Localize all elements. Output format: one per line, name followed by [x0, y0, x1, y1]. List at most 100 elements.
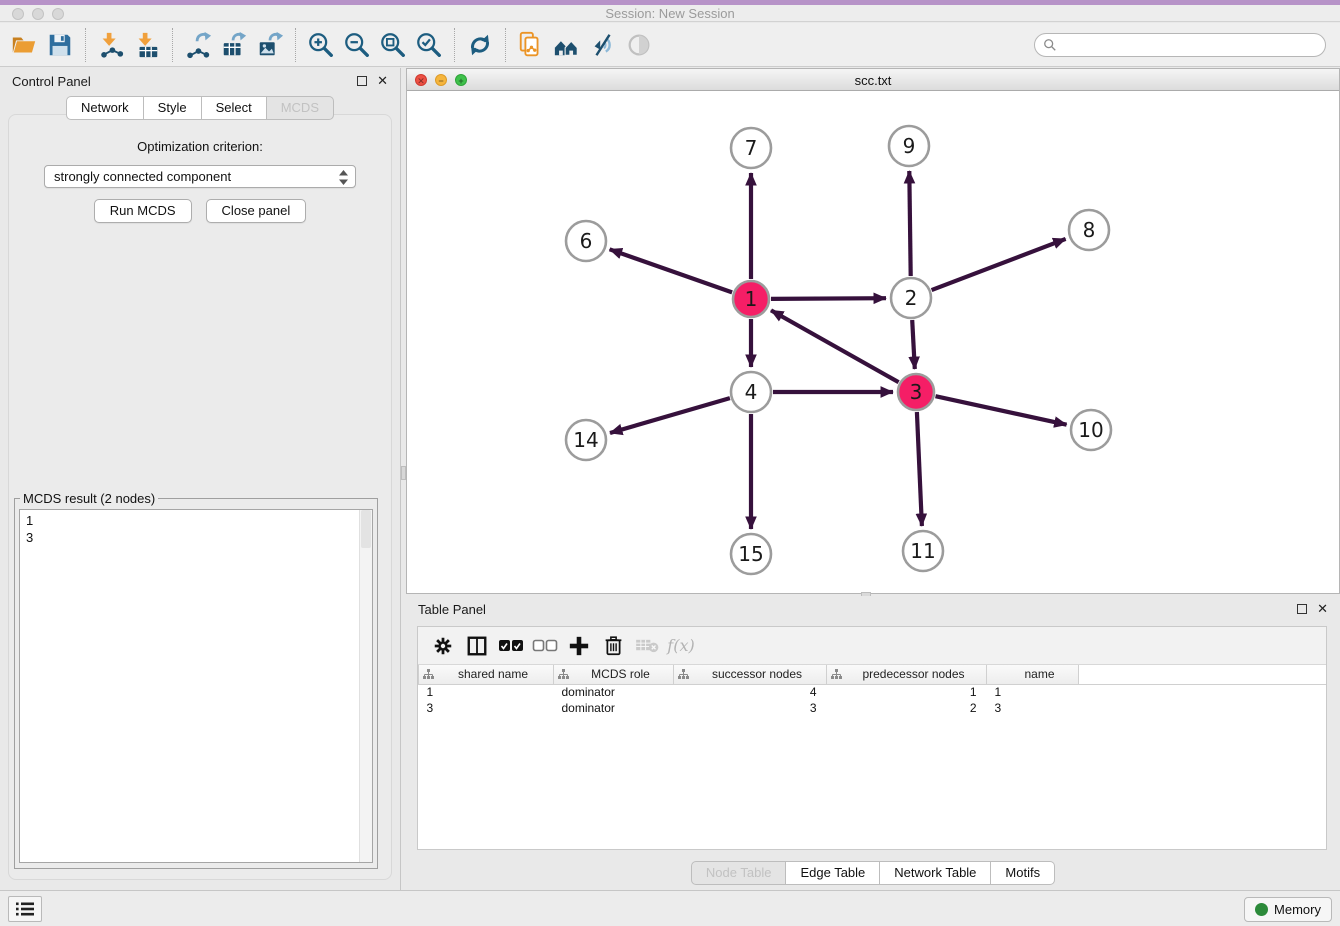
- graph-node-10[interactable]: 10: [1071, 410, 1111, 450]
- column-header-predecessor-nodes[interactable]: predecessor nodes: [827, 665, 987, 684]
- run-mcds-button[interactable]: Run MCDS: [94, 199, 192, 223]
- network-canvas[interactable]: 7 9 6 8 1 2 4 3 14 10 15 11: [407, 91, 1339, 593]
- save-session-button[interactable]: [42, 27, 78, 63]
- network-window-titlebar[interactable]: ✕ − + scc.txt: [407, 69, 1339, 91]
- graph-node-11[interactable]: 11: [903, 531, 943, 571]
- table-cell[interactable]: 3: [674, 700, 827, 716]
- network-list-button[interactable]: [8, 896, 42, 922]
- column-header-name[interactable]: name: [987, 665, 1079, 684]
- select-all-rows-button[interactable]: [496, 631, 526, 661]
- graph-edge-1-6[interactable]: [610, 249, 733, 292]
- control-panel-float-icon[interactable]: [357, 76, 367, 86]
- zoom-selected-button[interactable]: [411, 27, 447, 63]
- tab-motifs[interactable]: Motifs: [991, 861, 1055, 885]
- export-network-button[interactable]: [180, 27, 216, 63]
- hide-selected-button[interactable]: [585, 27, 621, 63]
- table-cell[interactable]: 1: [827, 684, 987, 700]
- graph-node-1[interactable]: 1: [733, 281, 769, 317]
- column-header-shared-name[interactable]: shared name: [419, 665, 554, 684]
- search-input[interactable]: [1057, 35, 1325, 55]
- memory-button[interactable]: Memory: [1244, 897, 1332, 922]
- result-scrollbar[interactable]: [359, 510, 372, 862]
- graph-node-2[interactable]: 2: [891, 278, 931, 318]
- close-panel-button[interactable]: Close panel: [206, 199, 307, 223]
- toolbar-separator: [85, 28, 86, 62]
- graph-edge-3-1[interactable]: [771, 310, 899, 382]
- control-panel-close-icon[interactable]: ✕: [377, 76, 388, 86]
- optimization-criterion-label: Optimization criterion:: [9, 139, 391, 154]
- control-panel-tabs: NetworkStyleSelectMCDS: [0, 96, 400, 120]
- zoom-in-button[interactable]: [303, 27, 339, 63]
- graph-edge-3-10[interactable]: [936, 396, 1067, 425]
- tab-node-table[interactable]: Node Table: [691, 861, 787, 885]
- table-cell[interactable]: dominator: [554, 700, 674, 716]
- table-cell[interactable]: 3: [987, 700, 1079, 716]
- graph-node-15[interactable]: 15: [731, 534, 771, 574]
- tab-network[interactable]: Network: [66, 96, 144, 120]
- table-panel-close-icon[interactable]: ✕: [1317, 604, 1328, 614]
- column-header-successor-nodes[interactable]: successor nodes: [674, 665, 827, 684]
- new-network-from-selection-button[interactable]: [513, 27, 549, 63]
- graph-node-3[interactable]: 3: [898, 374, 934, 410]
- graph-edge-3-11[interactable]: [917, 412, 922, 526]
- tab-network-table[interactable]: Network Table: [880, 861, 991, 885]
- show-columns-button[interactable]: [462, 631, 492, 661]
- delete-column-button[interactable]: [598, 631, 628, 661]
- add-column-button[interactable]: [564, 631, 594, 661]
- graph-edge-1-2[interactable]: [771, 298, 886, 299]
- deselect-all-rows-button[interactable]: [530, 631, 560, 661]
- graph-edge-2-9[interactable]: [909, 171, 910, 276]
- table-row[interactable]: 1dominator411: [419, 684, 1327, 700]
- show-all-button[interactable]: [621, 27, 657, 63]
- table-cell[interactable]: 2: [827, 700, 987, 716]
- export-image-button[interactable]: [252, 27, 288, 63]
- tab-edge-table[interactable]: Edge Table: [786, 861, 880, 885]
- delete-table-button[interactable]: [632, 631, 662, 661]
- toolbar-separator: [454, 28, 455, 62]
- export-table-button[interactable]: [216, 27, 252, 63]
- graph-node-4[interactable]: 4: [731, 372, 771, 412]
- mcds-result-text[interactable]: 1 3: [19, 509, 373, 863]
- import-network-button[interactable]: [93, 27, 129, 63]
- table-cell[interactable]: 1: [419, 684, 554, 700]
- node-table-area: shared nameMCDS rolesuccessor nodesprede…: [418, 665, 1326, 849]
- tab-mcds[interactable]: MCDS: [267, 96, 334, 120]
- graph-node-7[interactable]: 7: [731, 128, 771, 168]
- network-graph[interactable]: 7 9 6 8 1 2 4 3 14 10 15 11: [407, 91, 1339, 594]
- graph-edge-2-8[interactable]: [932, 239, 1066, 290]
- table-settings-button[interactable]: [428, 631, 458, 661]
- apply-layout-button[interactable]: [462, 27, 498, 63]
- table-cell[interactable]: 3: [419, 700, 554, 716]
- tab-style[interactable]: Style: [144, 96, 202, 120]
- graph-edge-4-14[interactable]: [610, 398, 730, 433]
- import-table-button[interactable]: [129, 27, 165, 63]
- open-session-button[interactable]: [6, 27, 42, 63]
- graph-node-14[interactable]: 14: [566, 420, 606, 460]
- unchecked-boxes-icon: [532, 639, 558, 653]
- table-row[interactable]: 3dominator323: [419, 700, 1327, 716]
- criterion-select[interactable]: strongly connected component: [44, 165, 356, 188]
- column-header-MCDS-role[interactable]: MCDS role: [554, 665, 674, 684]
- svg-text:9: 9: [903, 134, 916, 158]
- zoom-out-icon: [343, 31, 371, 59]
- first-neighbors-button[interactable]: [549, 27, 585, 63]
- new-network-from-selection-icon: [517, 31, 545, 59]
- app-title: Session: New Session: [0, 6, 1340, 21]
- apply-layout-icon: [466, 31, 494, 59]
- graph-node-8[interactable]: 8: [1069, 210, 1109, 250]
- svg-text:10: 10: [1078, 418, 1103, 442]
- zoom-fit-button[interactable]: [375, 27, 411, 63]
- tab-select[interactable]: Select: [202, 96, 267, 120]
- network-view-window: ✕ − + scc.txt 7 9 6 8 1 2 4 3 14 10 15 11: [406, 68, 1340, 594]
- column-type-icon: [831, 669, 842, 680]
- zoom-out-button[interactable]: [339, 27, 375, 63]
- function-builder-button[interactable]: f(x): [666, 631, 696, 661]
- svg-text:14: 14: [573, 428, 598, 452]
- graph-edge-2-3[interactable]: [912, 320, 915, 369]
- table-cell[interactable]: 4: [674, 684, 827, 700]
- graph-node-9[interactable]: 9: [889, 126, 929, 166]
- table-panel-float-icon[interactable]: [1297, 604, 1307, 614]
- graph-node-6[interactable]: 6: [566, 221, 606, 261]
- table-cell[interactable]: 1: [987, 684, 1079, 700]
- table-cell[interactable]: dominator: [554, 684, 674, 700]
